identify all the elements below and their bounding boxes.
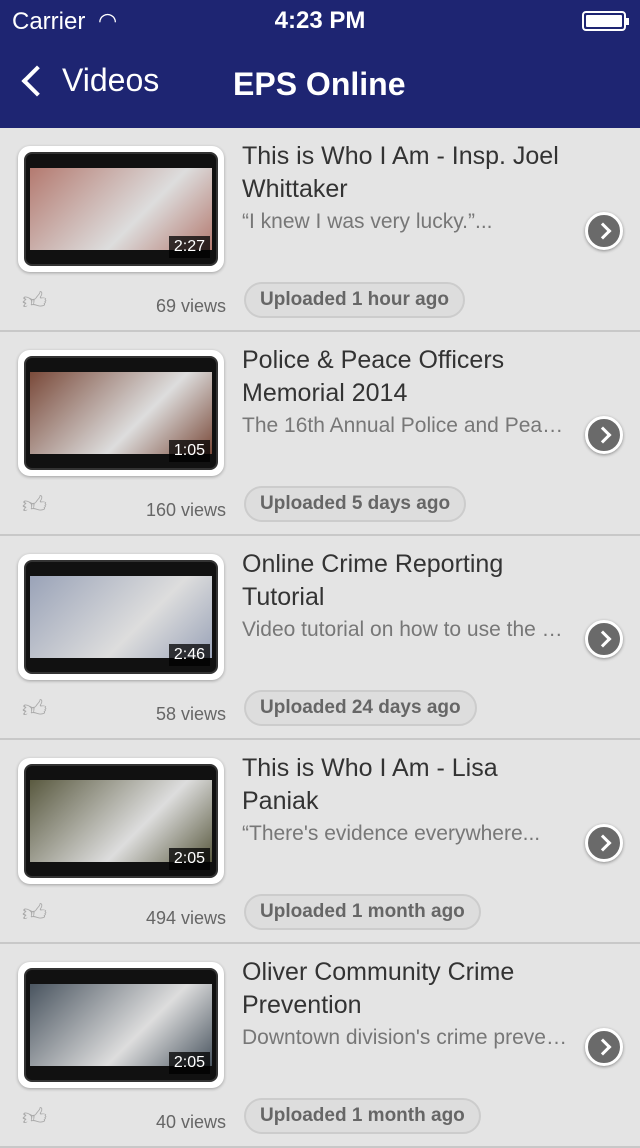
thumbs-up-icon[interactable]: 👍︎: [22, 492, 47, 520]
upload-badge: Uploaded 1 month ago: [244, 894, 481, 930]
view-count: 69 views: [155, 296, 226, 316]
video-description: The 16th Annual Police and Peace Officer…: [242, 414, 572, 437]
video-title: This is Who I Am - Lisa Paniak: [242, 754, 498, 815]
view-count: 40 views: [155, 1112, 226, 1132]
video-thumbnail[interactable]: 2:46: [18, 554, 224, 680]
video-thumbnail[interactable]: 2:05: [18, 962, 224, 1088]
status-bar: Carrier ◠ 4:23 PM: [0, 0, 640, 40]
video-thumbnail[interactable]: 2:27: [18, 146, 224, 272]
upload-badge: Uploaded 24 days ago: [244, 690, 477, 726]
chevron-right-icon[interactable]: [585, 1028, 623, 1066]
video-row[interactable]: 2:27 This is Who I Am - Insp. Joel Whitt…: [0, 128, 640, 332]
chevron-left-icon: [21, 64, 53, 97]
navigation-bar: Carrier ◠ 4:23 PM Videos EPS Online: [0, 0, 640, 128]
thumbs-up-icon[interactable]: 👍︎: [22, 696, 47, 724]
thumbs-up-icon[interactable]: 👍︎: [22, 1104, 47, 1132]
duration-label: 2:05: [168, 848, 210, 870]
page-title: EPS Online: [233, 66, 406, 102]
video-row[interactable]: 2:05 This is Who I Am - Lisa Paniak “The…: [0, 740, 640, 944]
duration-label: 2:46: [168, 644, 210, 666]
video-thumbnail[interactable]: 2:05: [18, 758, 224, 884]
chevron-right-icon[interactable]: [585, 824, 623, 862]
upload-badge: Uploaded 5 days ago: [244, 486, 467, 522]
view-count: 494 views: [145, 908, 226, 928]
duration-label: 1:05: [168, 440, 210, 462]
video-row[interactable]: 2:46 Online Crime Reporting Tutorial Vid…: [0, 536, 640, 740]
thumbs-up-icon[interactable]: 👍︎: [22, 900, 47, 928]
chevron-right-icon[interactable]: [585, 416, 623, 454]
video-row[interactable]: 1:05 Police & Peace Officers Memorial 20…: [0, 332, 640, 536]
back-button[interactable]: Videos: [14, 62, 159, 99]
upload-badge: Uploaded 1 month ago: [244, 1098, 481, 1134]
view-count: 160 views: [145, 500, 226, 520]
duration-label: 2:05: [168, 1052, 210, 1074]
video-title: Oliver Community Crime Prevention: [242, 958, 515, 1019]
video-description: Downtown division's crime prevention: [242, 1026, 572, 1049]
clock: 4:23 PM: [274, 7, 366, 34]
back-label: Videos: [62, 62, 160, 98]
video-description: “There's evidence everywhere...: [242, 822, 541, 845]
upload-badge: Uploaded 1 hour ago: [244, 282, 465, 318]
video-row[interactable]: 2:05 Oliver Community Crime Prevention D…: [0, 944, 640, 1148]
battery-icon: [582, 11, 629, 31]
video-description: Video tutorial on how to use the online …: [242, 618, 572, 641]
video-title: This is Who I Am - Insp. Joel Whittaker: [242, 142, 559, 203]
video-thumbnail[interactable]: 1:05: [18, 350, 224, 476]
video-title: Police & Peace Officers Memorial 2014: [242, 346, 505, 407]
chevron-right-icon[interactable]: [585, 620, 623, 658]
thumbs-up-icon[interactable]: 👍︎: [22, 288, 47, 316]
video-description: “I knew I was very lucky.”...: [242, 210, 493, 233]
chevron-right-icon[interactable]: [585, 212, 623, 250]
duration-label: 2:27: [168, 236, 210, 258]
video-title: Online Crime Reporting Tutorial: [242, 550, 504, 611]
view-count: 58 views: [155, 704, 226, 724]
video-list: 2:27 This is Who I Am - Insp. Joel Whitt…: [0, 128, 640, 1148]
